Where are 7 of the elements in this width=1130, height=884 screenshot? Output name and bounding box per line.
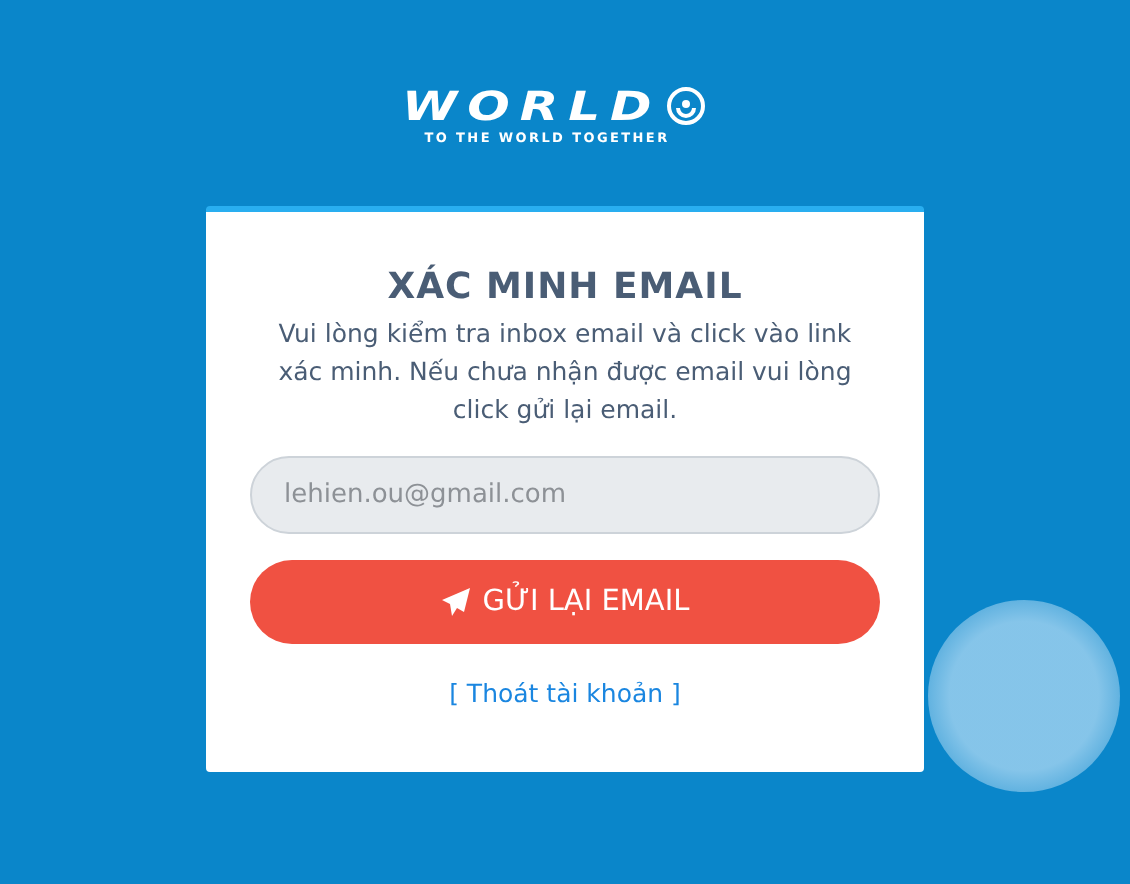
- resend-email-button[interactable]: GỬI LẠI EMAIL: [250, 560, 880, 644]
- paper-plane-icon: [440, 586, 473, 618]
- email-field[interactable]: lehien.ou@gmail.com: [250, 456, 880, 534]
- card-title: XÁC MINH EMAIL: [387, 266, 743, 310]
- logo-wordmark: WORLD: [402, 84, 662, 128]
- logout-link[interactable]: [ Thoát tài khoản ]: [449, 678, 681, 708]
- instruction-text: Vui lòng kiểm tra inbox email và click vào link xác minh. Nếu chưa nhận được email vui lòng click gửi lại email.: [276, 316, 854, 428]
